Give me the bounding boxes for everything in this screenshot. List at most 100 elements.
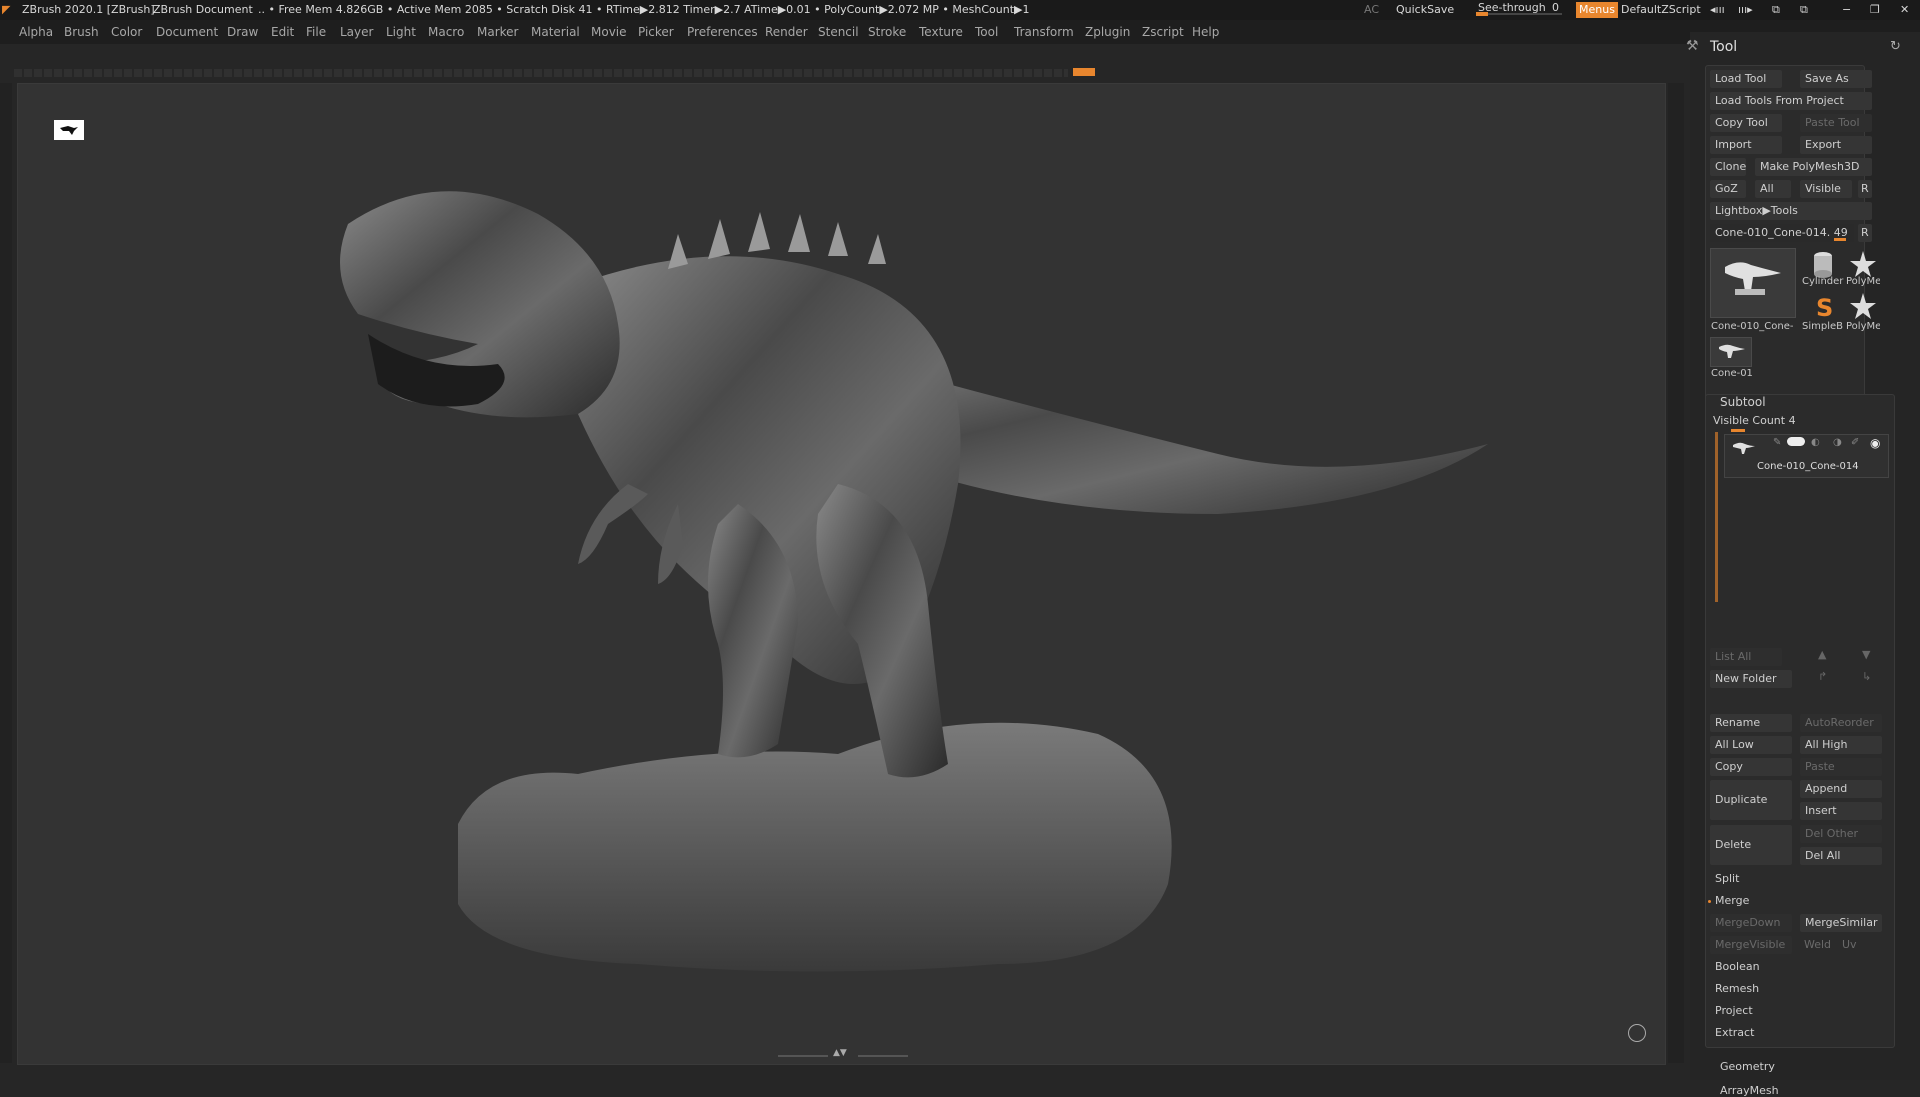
load-tools-from-project-button[interactable]: Load Tools From Project <box>1710 92 1872 110</box>
lightbox-tools-button[interactable]: Lightbox▶Tools <box>1710 202 1872 220</box>
geometry-subpalette[interactable]: Geometry <box>1720 1060 1775 1073</box>
tool-r-button[interactable]: R <box>1858 224 1872 242</box>
menu-help[interactable]: Help <box>1192 20 1219 44</box>
shelf-marker[interactable] <box>1073 68 1095 76</box>
export-button[interactable]: Export <box>1800 136 1872 154</box>
menu-file[interactable]: File <box>306 20 326 44</box>
merge-subpalette[interactable]: Merge <box>1715 894 1749 907</box>
paste-button[interactable]: Paste <box>1800 758 1882 776</box>
project-subpalette[interactable]: Project <box>1715 1004 1753 1017</box>
mergesimilar-button[interactable]: MergeSimilar <box>1800 914 1882 932</box>
del-other-button[interactable]: Del Other <box>1800 825 1882 843</box>
list-all-button[interactable]: List All <box>1710 648 1782 666</box>
goz-r-button[interactable]: R <box>1858 180 1872 198</box>
menu-zscript[interactable]: Zscript <box>1142 20 1184 44</box>
floor-grid-icon[interactable] <box>1628 1024 1646 1042</box>
weld-toggle[interactable]: Weld <box>1804 938 1831 951</box>
current-tool-slider[interactable]: Cone-010_Cone-014. 49 <box>1710 224 1854 242</box>
menu-layer[interactable]: Layer <box>340 20 373 44</box>
menu-picker[interactable]: Picker <box>638 20 674 44</box>
goz-all-button[interactable]: All <box>1755 180 1791 198</box>
menu-preferences[interactable]: Preferences <box>687 20 758 44</box>
subtool-toggle-icon[interactable] <box>1787 437 1805 446</box>
menus-toggle[interactable]: Menus <box>1576 2 1618 18</box>
duplicate-button[interactable]: Duplicate <box>1710 780 1792 820</box>
see-through-slider[interactable]: See-through 0 <box>1476 0 1562 18</box>
append-button[interactable]: Append <box>1800 780 1882 798</box>
panel-reset-icon[interactable]: ↻ <box>1890 39 1901 54</box>
paste-tool-button[interactable]: Paste Tool <box>1800 114 1872 132</box>
new-folder-button[interactable]: New Folder <box>1710 670 1792 688</box>
menu-movie[interactable]: Movie <box>591 20 627 44</box>
menu-macro[interactable]: Macro <box>428 20 464 44</box>
menu-render[interactable]: Render <box>765 20 808 44</box>
document-viewport[interactable]: ▲▼ <box>17 83 1666 1065</box>
delete-button[interactable]: Delete <box>1710 825 1792 865</box>
subtool-scrollbar[interactable] <box>1715 432 1718 602</box>
minimize-icon[interactable]: − <box>1842 0 1851 20</box>
all-low-button[interactable]: All Low <box>1710 736 1792 754</box>
import-button[interactable]: Import <box>1710 136 1782 154</box>
save-as-button[interactable]: Save As <box>1800 70 1872 88</box>
layout-prev-icon[interactable]: ◂ııı <box>1710 0 1725 20</box>
subtool-brush-icon[interactable]: ✎ <box>1773 437 1781 448</box>
menu-zplugin[interactable]: Zplugin <box>1085 20 1130 44</box>
ac-label[interactable]: AC <box>1364 0 1379 20</box>
subtool-eye-icon[interactable]: ◉ <box>1870 436 1880 450</box>
split-subpalette[interactable]: Split <box>1715 872 1739 885</box>
copy-tool-button[interactable]: Copy Tool <box>1710 114 1782 132</box>
quicksave-button[interactable]: QuickSave <box>1396 0 1454 20</box>
default-zscript[interactable]: DefaultZScript <box>1621 0 1701 20</box>
subtool-moon-icon[interactable]: ◐ <box>1811 437 1820 448</box>
menu-document[interactable]: Document <box>156 20 218 44</box>
rename-button[interactable]: Rename <box>1710 714 1792 732</box>
make-polymesh3d-button[interactable]: Make PolyMesh3D <box>1755 158 1872 176</box>
extract-subpalette[interactable]: Extract <box>1715 1026 1754 1039</box>
menu-alpha[interactable]: Alpha <box>19 20 53 44</box>
goz-visible-button[interactable]: Visible <box>1800 180 1852 198</box>
menu-draw[interactable]: Draw <box>227 20 258 44</box>
menu-light[interactable]: Light <box>386 20 416 44</box>
menu-texture[interactable]: Texture <box>919 20 963 44</box>
menu-stencil[interactable]: Stencil <box>818 20 859 44</box>
close-icon[interactable]: ✕ <box>1900 0 1909 20</box>
menu-edit[interactable]: Edit <box>271 20 294 44</box>
menu-transform[interactable]: Transform <box>1014 20 1074 44</box>
subtool-pen-icon[interactable]: ✐ <box>1851 437 1859 448</box>
menu-material[interactable]: Material <box>531 20 580 44</box>
mergevisible-button[interactable]: MergeVisible <box>1710 936 1792 954</box>
tool-thumb-small[interactable] <box>1710 337 1752 367</box>
all-high-button[interactable]: All High <box>1800 736 1882 754</box>
simplebrush-thumb-icon[interactable]: S <box>1806 290 1840 324</box>
visible-count-slider-handle[interactable] <box>1731 429 1745 432</box>
tool-thumb-main[interactable] <box>1710 248 1796 318</box>
see-through-handle[interactable] <box>1476 12 1488 16</box>
polymesh-star2-thumb-icon[interactable] <box>1846 290 1880 324</box>
goz-button[interactable]: GoZ <box>1710 180 1746 198</box>
folder-in-icon[interactable]: ↳ <box>1862 670 1871 683</box>
copy-window-icon[interactable]: ⧉ <box>1772 0 1780 20</box>
subtool-item[interactable]: ✎ ◐ ◑ ✐ ◉ Cone-010_Cone-014 <box>1724 434 1889 478</box>
autoreorder-button[interactable]: AutoReorder <box>1800 714 1882 732</box>
insert-button[interactable]: Insert <box>1800 802 1882 820</box>
arraymesh-subpalette[interactable]: ArrayMesh <box>1720 1084 1779 1097</box>
bottom-tray-toggle-icon[interactable]: ▲▼ <box>778 1048 908 1060</box>
right-tray-handle[interactable] <box>1668 83 1684 1063</box>
menu-marker[interactable]: Marker <box>477 20 518 44</box>
boolean-subpalette[interactable]: Boolean <box>1715 960 1760 973</box>
subtool-mask-icon[interactable]: ◑ <box>1833 437 1842 448</box>
left-tray-handle[interactable] <box>0 83 12 1063</box>
layout-next-icon[interactable]: ııı▸ <box>1738 0 1753 20</box>
del-all-button[interactable]: Del All <box>1800 847 1882 865</box>
paste-window-icon[interactable]: ⧉ <box>1800 0 1808 20</box>
menu-color[interactable]: Color <box>111 20 142 44</box>
uv-toggle[interactable]: Uv <box>1842 938 1857 951</box>
copy-button[interactable]: Copy <box>1710 758 1792 776</box>
menu-stroke[interactable]: Stroke <box>868 20 906 44</box>
mergedown-button[interactable]: MergeDown <box>1710 914 1792 932</box>
clone-button[interactable]: Clone <box>1710 158 1746 176</box>
subtool-header[interactable]: Subtool <box>1720 395 1766 409</box>
move-up-icon[interactable]: ▲ <box>1818 648 1826 661</box>
remesh-subpalette[interactable]: Remesh <box>1715 982 1759 995</box>
visible-count-label[interactable]: Visible Count 4 <box>1713 414 1796 427</box>
